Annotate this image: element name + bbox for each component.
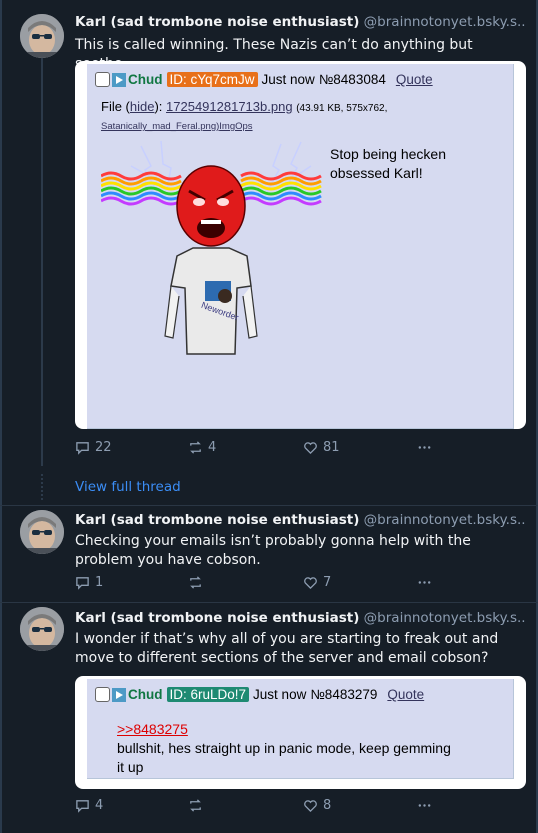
checkbox-icon — [95, 72, 110, 87]
separator — [0, 505, 538, 506]
heart-icon — [304, 800, 317, 813]
avatar[interactable] — [20, 510, 64, 554]
post-actions: 4 8 — [75, 798, 498, 816]
imgops-link: ImgOps — [219, 121, 253, 132]
post-text: Checking your emails isn’t probably gonn… — [75, 533, 471, 568]
original-filename: Satanically_mad_Feral.png) — [101, 121, 220, 132]
poster-id: ID: cYq7cmJw — [166, 72, 258, 87]
ellipsis-icon — [418, 804, 431, 807]
author-name[interactable]: Karl (sad trombone noise enthusiast) — [75, 14, 359, 30]
like-button[interactable]: 81 — [303, 440, 340, 455]
checkbox-icon — [95, 687, 110, 702]
ellipsis-icon — [418, 446, 431, 449]
repost-button[interactable] — [188, 798, 208, 813]
imageboard-post-header: Chud ID: cYq7cmJw Just now №8483084 Quot… — [95, 72, 433, 87]
post-number: №8483084 — [318, 72, 386, 87]
file-name: 1725491281713b.png — [166, 99, 293, 114]
embedded-image[interactable]: Chud ID: cYq7cmJw Just now №8483084 Quot… — [75, 61, 526, 429]
poster-name: Chud — [128, 687, 163, 702]
post-number: №8483279 — [310, 687, 378, 702]
more-options-button[interactable] — [417, 798, 432, 813]
reply-icon — [76, 800, 89, 813]
author-name[interactable]: Karl (sad trombone noise enthusiast) — [75, 610, 359, 626]
reply-icon — [76, 577, 89, 590]
thread-connector — [41, 58, 43, 466]
reply-button[interactable]: 4 — [75, 798, 103, 813]
post-timestamp: Just now — [261, 72, 315, 87]
like-count: 81 — [323, 440, 340, 455]
heart-icon — [304, 442, 317, 455]
message-line-1: Stop being hecken — [330, 146, 446, 162]
poster-name: Chud — [128, 72, 163, 87]
post-actions: 1 7 — [75, 575, 498, 593]
post-header: Karl (sad trombone noise enthusiast) @br… — [75, 14, 526, 30]
like-button[interactable]: 7 — [303, 575, 331, 590]
post-timestamp: Just now — [253, 687, 307, 702]
post-header: Karl (sad trombone noise enthusiast) @br… — [75, 512, 526, 528]
reply-count: 1 — [95, 575, 104, 590]
reply-button[interactable]: 1 — [75, 575, 103, 590]
ellipsis-icon — [418, 581, 431, 584]
repost-button[interactable]: 4 — [188, 440, 216, 455]
imageboard-post: Chud ID: 6ruLDo!7 Just now №8483279 Quot… — [87, 679, 514, 779]
imageboard-post: Chud ID: cYq7cmJw Just now №8483084 Quot… — [87, 64, 514, 429]
embedded-image[interactable]: Chud ID: 6ruLDo!7 Just now №8483279 Quot… — [75, 676, 526, 789]
message-body: bullshit, hes straight up in panic mode,… — [117, 740, 451, 775]
repost-icon — [190, 441, 201, 454]
reply-count: 22 — [95, 440, 112, 455]
file-info: File (hide): 1725491281713b.png (43.91 K… — [101, 99, 387, 114]
thread-dotted-connector — [41, 474, 43, 500]
file-meta: (43.91 KB, 575x762, — [296, 103, 388, 114]
quote-link: Quote — [395, 72, 433, 87]
play-flag-icon — [112, 72, 126, 87]
more-options-button[interactable] — [417, 575, 432, 590]
author-handle[interactable]: @brainnotonyet.bsky.s... — [364, 610, 526, 626]
imageboard-post-header: Chud ID: 6ruLDo!7 Just now №8483279 Quot… — [95, 687, 424, 702]
file-separator: ): — [154, 99, 167, 114]
avatar[interactable] — [20, 607, 64, 651]
imageboard-message: Stop being hecken obsessed Karl! — [330, 145, 446, 183]
repost-icon — [190, 576, 201, 589]
repost-count: 4 — [208, 440, 217, 455]
post-header: Karl (sad trombone noise enthusiast) @br… — [75, 610, 526, 626]
like-count: 7 — [323, 575, 332, 590]
like-button[interactable]: 8 — [303, 798, 331, 813]
poster-id: ID: 6ruLDo!7 — [166, 687, 250, 702]
author-handle[interactable]: @brainnotonyet.bsky.s... — [364, 512, 526, 528]
imageboard-message: >>8483275 bullshit, hes straight up in p… — [117, 720, 457, 777]
reply-reference-link: >>8483275 — [117, 721, 188, 737]
quote-link: Quote — [387, 687, 425, 702]
avatar[interactable] — [20, 14, 64, 58]
file-original-name: Satanically_mad_Feral.png)ImgOps — [101, 121, 253, 132]
file-label: File ( — [101, 99, 130, 114]
reply-icon — [76, 442, 89, 455]
view-full-thread-link[interactable]: View full thread — [75, 479, 181, 495]
author-name[interactable]: Karl (sad trombone noise enthusiast) — [75, 512, 359, 528]
repost-icon — [190, 799, 201, 812]
more-options-button[interactable] — [417, 440, 432, 455]
message-line-2: obsessed Karl! — [330, 165, 423, 181]
hide-link: hide — [129, 99, 155, 114]
repost-button[interactable] — [188, 575, 208, 590]
post-text: I wonder if that’s why all of you are st… — [75, 631, 499, 666]
author-handle[interactable]: @brainnotonyet.bsky.s... — [364, 14, 526, 30]
play-flag-icon — [112, 687, 126, 702]
like-count: 8 — [323, 798, 332, 813]
reply-count: 4 — [95, 798, 104, 813]
reply-button[interactable]: 22 — [75, 440, 112, 455]
heart-icon — [304, 577, 317, 590]
separator — [0, 602, 538, 603]
post-actions: 22 4 81 — [75, 440, 498, 458]
